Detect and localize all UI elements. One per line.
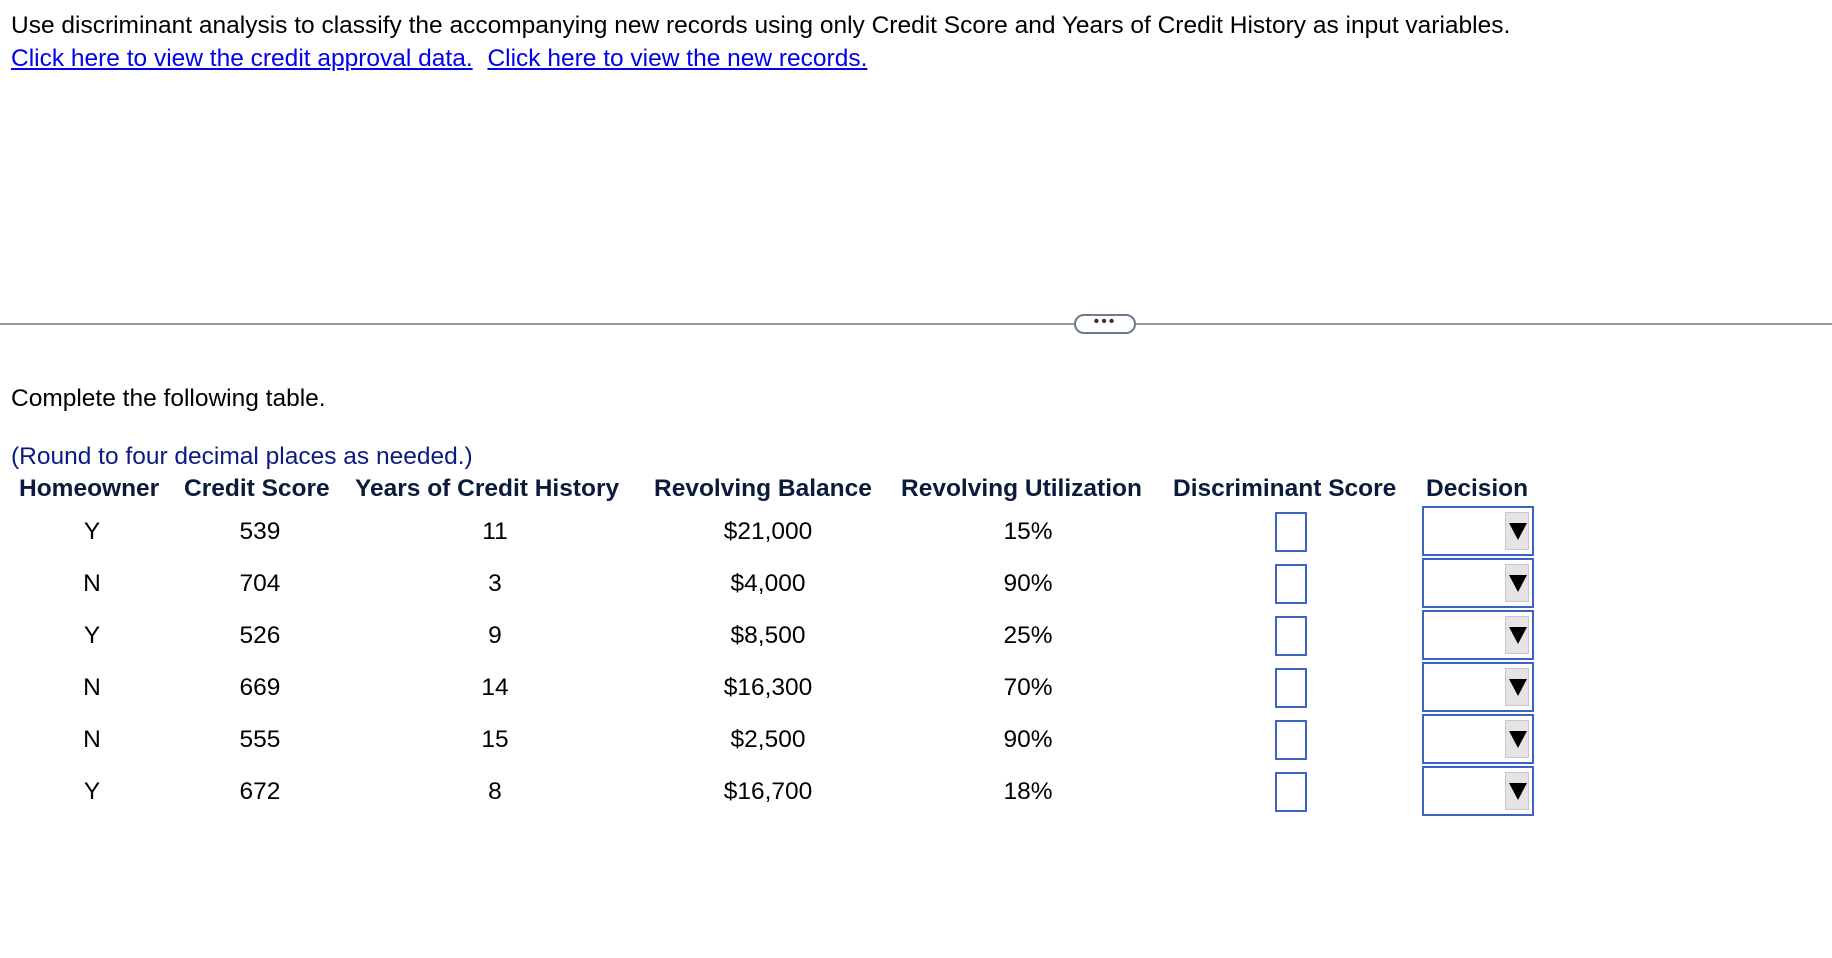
discriminant-score-input[interactable] <box>1275 512 1307 552</box>
years-credit-history-cell: 14 <box>481 674 509 701</box>
homeowner-cell: N <box>83 570 101 597</box>
credit-score-cell: 704 <box>239 570 281 597</box>
rounding-note: (Round to four decimal places as needed.… <box>11 443 473 470</box>
triangle-down-icon <box>1509 783 1527 800</box>
dropdown-arrow-button[interactable] <box>1505 668 1529 706</box>
credit-score-cell: 526 <box>239 622 281 649</box>
revolving-balance-cell: $21,000 <box>723 518 813 545</box>
revolving-balance-cell: $16,300 <box>723 674 813 701</box>
credit-score-cell: 539 <box>239 518 281 545</box>
credit-score-cell: 555 <box>239 726 281 753</box>
triangle-down-icon <box>1509 679 1527 696</box>
credit-score-cell: 672 <box>239 778 281 805</box>
years-credit-history-cell: 8 <box>488 778 502 805</box>
dropdown-arrow-button[interactable] <box>1505 564 1529 602</box>
revolving-utilization-cell: 90% <box>1003 726 1053 753</box>
section-divider <box>0 323 1832 325</box>
credit-score-cell: 669 <box>239 674 281 701</box>
header-revolving-balance: Revolving Balance <box>654 475 872 502</box>
discriminant-score-input[interactable] <box>1275 616 1307 656</box>
years-credit-history-cell: 11 <box>482 518 508 545</box>
decision-dropdown[interactable] <box>1422 558 1534 608</box>
homeowner-cell: Y <box>83 518 101 545</box>
decision-dropdown[interactable] <box>1422 610 1534 660</box>
revolving-balance-cell: $8,500 <box>730 622 806 649</box>
decision-dropdown[interactable] <box>1422 714 1534 764</box>
triangle-down-icon <box>1509 575 1527 592</box>
dropdown-arrow-button[interactable] <box>1505 512 1529 550</box>
homeowner-cell: N <box>83 726 101 753</box>
triangle-down-icon <box>1509 731 1527 748</box>
expand-more-button[interactable]: ••• <box>1074 314 1136 334</box>
dropdown-arrow-button[interactable] <box>1505 720 1529 758</box>
question-text: Use discriminant analysis to classify th… <box>11 12 1511 39</box>
decision-dropdown[interactable] <box>1422 506 1534 556</box>
years-credit-history-cell: 15 <box>481 726 509 753</box>
revolving-utilization-cell: 18% <box>1003 778 1053 805</box>
revolving-balance-cell: $2,500 <box>730 726 806 753</box>
header-discriminant-score: Discriminant Score <box>1173 475 1397 502</box>
dropdown-arrow-button[interactable] <box>1505 616 1529 654</box>
revolving-utilization-cell: 15% <box>1003 518 1053 545</box>
header-revolving-utilization: Revolving Utilization <box>901 475 1142 502</box>
triangle-down-icon <box>1509 523 1527 540</box>
revolving-utilization-cell: 25% <box>1003 622 1053 649</box>
years-credit-history-cell: 3 <box>488 570 502 597</box>
header-years-of-credit-history: Years of Credit History <box>355 475 620 502</box>
revolving-utilization-cell: 70% <box>1003 674 1053 701</box>
decision-dropdown[interactable] <box>1422 662 1534 712</box>
header-decision: Decision <box>1426 475 1529 502</box>
discriminant-score-input[interactable] <box>1275 668 1307 708</box>
header-homeowner: Homeowner <box>19 475 160 502</box>
question-links: Click here to view the credit approval d… <box>11 42 867 75</box>
new-records-link[interactable]: Click here to view the new records. <box>487 45 867 72</box>
discriminant-score-input[interactable] <box>1275 720 1307 760</box>
homeowner-cell: Y <box>83 622 101 649</box>
homeowner-cell: N <box>83 674 101 701</box>
decision-dropdown[interactable] <box>1422 766 1534 816</box>
header-credit-score: Credit Score <box>184 475 330 502</box>
credit-approval-data-link[interactable]: Click here to view the credit approval d… <box>11 45 473 72</box>
revolving-utilization-cell: 90% <box>1003 570 1053 597</box>
discriminant-score-input[interactable] <box>1275 564 1307 604</box>
revolving-balance-cell: $4,000 <box>730 570 806 597</box>
dropdown-arrow-button[interactable] <box>1505 772 1529 810</box>
years-credit-history-cell: 9 <box>488 622 502 649</box>
homeowner-cell: Y <box>83 778 101 805</box>
triangle-down-icon <box>1509 627 1527 644</box>
discriminant-score-input[interactable] <box>1275 772 1307 812</box>
table-instruction: Complete the following table. <box>11 385 326 412</box>
revolving-balance-cell: $16,700 <box>723 778 813 805</box>
